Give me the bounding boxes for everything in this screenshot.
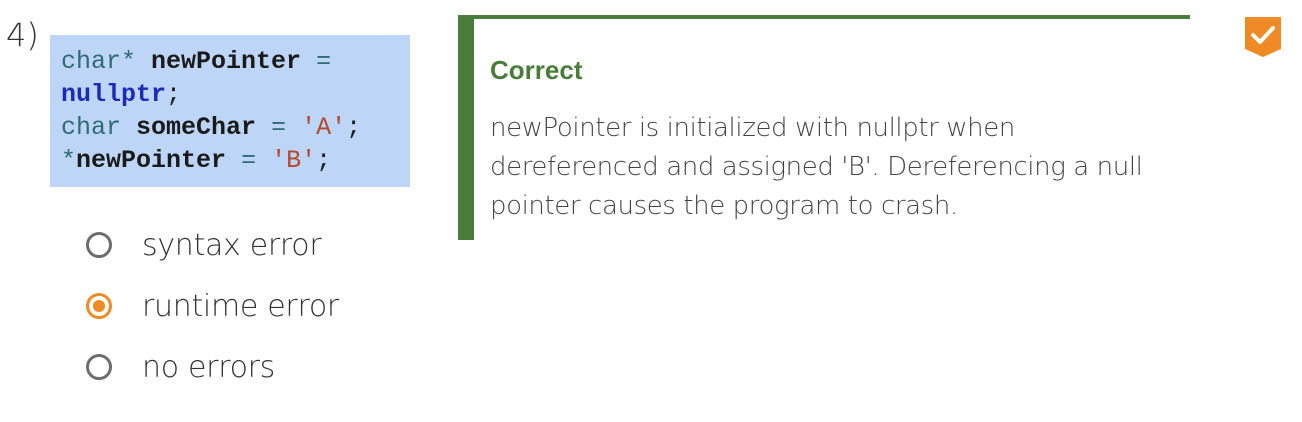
option-no-errors[interactable]: no errors [86,346,339,388]
code-line-2: nullptr; [61,78,410,111]
question-number: 4) [6,16,39,54]
question-page: 4) char* newPointer = nullptr; char some… [0,0,1302,422]
feedback-title: Correct [490,55,583,85]
code-snippet: char* newPointer = nullptr; char someCha… [50,35,410,187]
option-label: runtime error [142,288,339,324]
answer-options: syntax error runtime error no errors [86,224,339,407]
code-token-operator: * [61,146,77,175]
code-token-operator: = [316,47,332,76]
code-token-operator: = [241,146,257,175]
option-label: syntax error [142,227,322,263]
check-badge-icon [1245,17,1281,57]
code-token-type: char* [61,47,137,76]
code-token-type: char [61,113,122,142]
code-token-operator: = [271,113,287,142]
radio-button-selected[interactable] [86,293,112,319]
code-line-4: *newPointer = 'B'; [61,144,410,177]
code-token-identifier: someChar [136,113,257,142]
radio-dot [93,300,105,312]
option-runtime-error[interactable]: runtime error [86,285,339,327]
radio-button[interactable] [86,354,112,380]
code-token-punctuation: ; [346,113,362,142]
code-line-3: char someChar = 'A'; [61,111,410,144]
code-token-identifier: newPointer [151,47,302,76]
code-line-1: char* newPointer = [61,45,410,78]
feedback-panel: Correct newPointer is initialized with n… [458,15,1190,240]
radio-button[interactable] [86,232,112,258]
code-token-punctuation: ; [316,146,332,175]
option-syntax-error[interactable]: syntax error [86,224,339,266]
option-label: no errors [142,349,275,385]
code-token-identifier: newPointer [76,146,227,175]
code-token-punctuation: ; [166,80,182,109]
code-token-string: 'B' [271,146,317,175]
code-token-keyword: nullptr [61,80,167,109]
code-token-string: 'A' [301,113,347,142]
feedback-text: newPointer is initialized with nullptr w… [490,113,1143,221]
